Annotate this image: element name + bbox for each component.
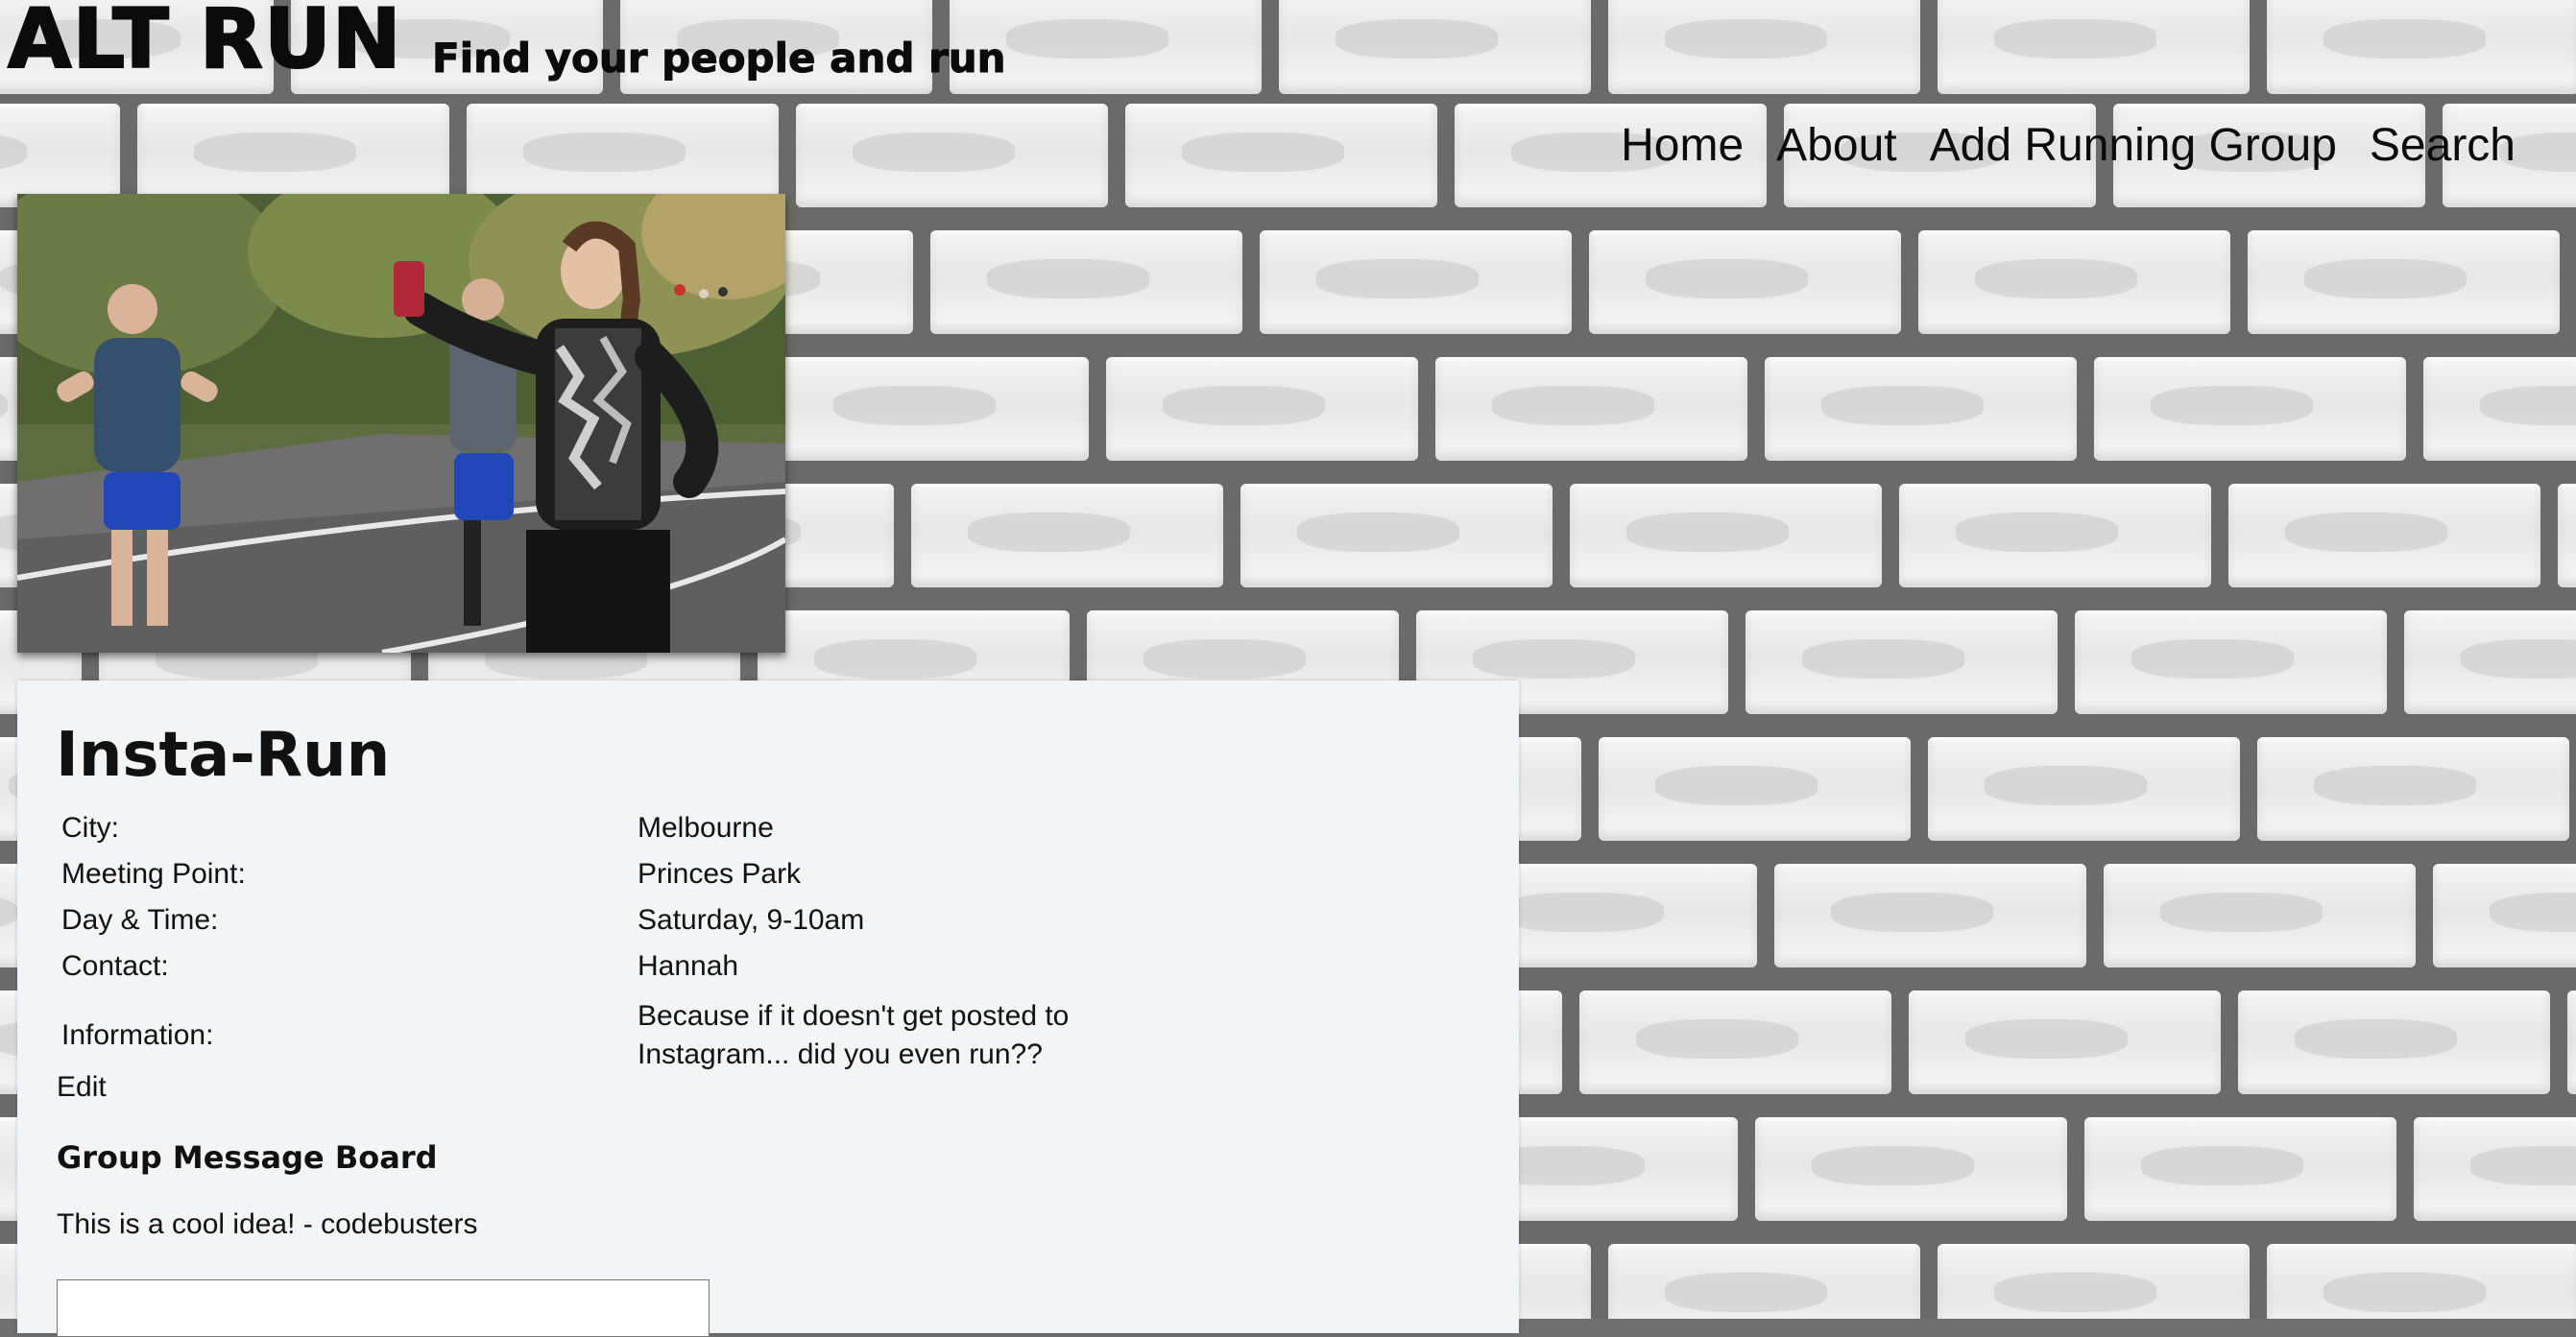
message-board-heading: Group Message Board [57, 1139, 438, 1176]
nav-search-link[interactable]: Search [2370, 117, 2516, 175]
group-name-heading: Insta-Run [56, 720, 391, 791]
detail-label: Contact: [61, 950, 169, 982]
detail-value: Princes Park [638, 858, 802, 890]
nav-home-link[interactable]: Home [1621, 117, 1744, 175]
site-title[interactable]: ALT RUN [7, 0, 402, 82]
detail-row-contact: Contact: Hannah [58, 943, 1175, 990]
edit-group-link[interactable]: Edit [57, 1071, 107, 1104]
site-tagline: Find your people and run [432, 35, 1007, 83]
group-details-card: Insta-Run City: Melbourne Meeting Point:… [17, 680, 1519, 1337]
detail-value: Hannah [638, 950, 739, 982]
detail-value: Because if it doesn't get posted to Inst… [638, 1000, 1070, 1070]
detail-label: Information: [61, 1019, 214, 1051]
detail-label: Meeting Point: [61, 858, 246, 890]
nav-about-link[interactable]: About [1776, 117, 1896, 175]
message-board-post: This is a cool idea! - codebusters [57, 1208, 478, 1240]
detail-label: City: [61, 812, 119, 844]
detail-row-meeting-point: Meeting Point: Princes Park [58, 851, 1175, 897]
detail-row-day-time: Day & Time: Saturday, 9-10am [58, 897, 1175, 943]
main-nav: Home About Add Running Group Search [1621, 117, 2516, 175]
detail-row-information: Information: Because if it doesn't get p… [58, 990, 1175, 1078]
detail-row-city: City: Melbourne [58, 805, 1175, 851]
group-details-table: City: Melbourne Meeting Point: Princes P… [58, 805, 1175, 1078]
detail-value: Melbourne [638, 812, 774, 844]
nav-add-running-group-link[interactable]: Add Running Group [1930, 117, 2337, 175]
detail-value: Saturday, 9-10am [638, 904, 865, 936]
detail-label: Day & Time: [61, 904, 219, 936]
group-photo [17, 194, 785, 653]
message-input[interactable] [57, 1279, 710, 1337]
